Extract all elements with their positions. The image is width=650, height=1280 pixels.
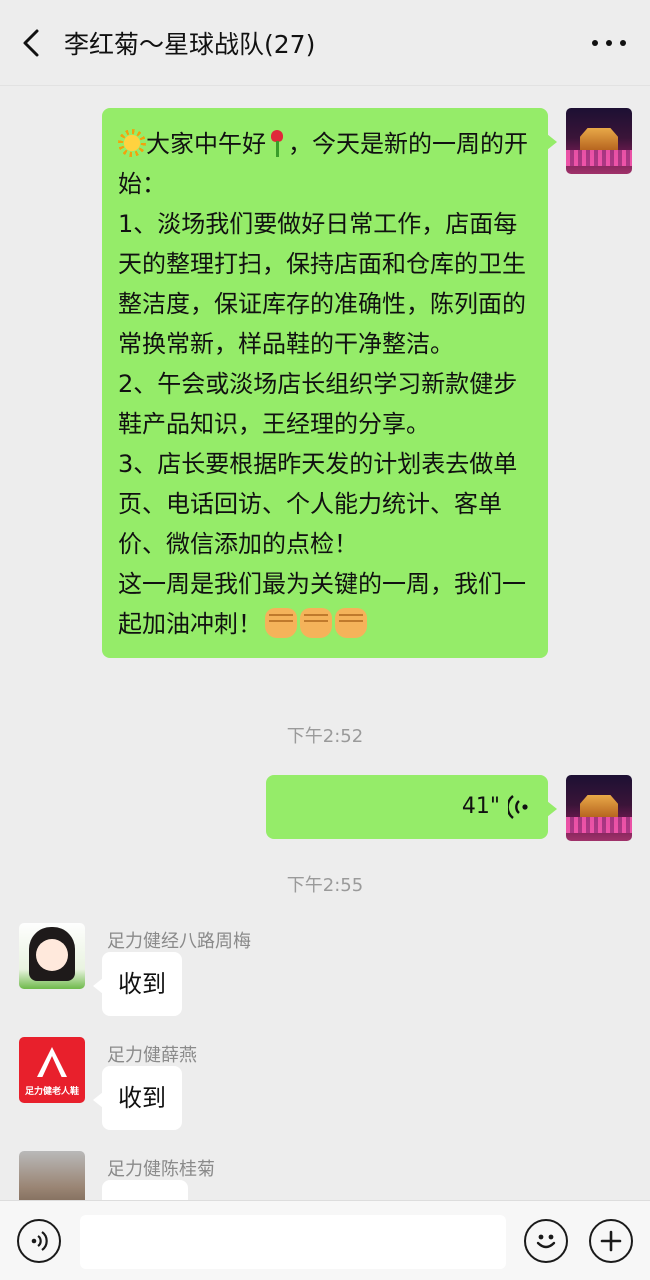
emoji-icon <box>536 1234 556 1249</box>
sender-name: 足力健薛燕 <box>107 1045 197 1066</box>
message-line: 这一周是我们最为关键的一周，我们一起加油冲刺！ <box>118 564 534 644</box>
plus-button[interactable] <box>589 1219 633 1263</box>
timestamp: 下午2:52 <box>286 726 364 747</box>
received-message-bubble[interactable]: 收到 <box>93 1066 182 1130</box>
chat-header: 李红菊～星球战队(27) <box>0 0 650 86</box>
avatar-lights <box>566 817 632 833</box>
emoji-button[interactable] <box>524 1219 568 1263</box>
brand-logo-icon <box>37 1047 67 1077</box>
sender-avatar[interactable] <box>19 923 85 989</box>
voice-icon <box>31 1231 48 1251</box>
message-input[interactable] <box>80 1215 506 1269</box>
my-avatar[interactable] <box>566 775 632 841</box>
avatar-lights <box>566 150 632 166</box>
input-bar <box>0 1200 650 1280</box>
chevron-left-icon <box>23 29 39 56</box>
received-message-bubble[interactable]: 收到 <box>93 952 182 1016</box>
fist-emoji-icon <box>265 608 297 638</box>
plus-icon <box>600 1230 622 1252</box>
message-text: 收到 <box>118 1084 166 1112</box>
message-text: 收到 <box>118 970 166 998</box>
voice-message-bubble[interactable]: 41" <box>266 775 557 839</box>
avatar-face <box>36 939 68 971</box>
sent-message-bubble[interactable]: 大家中午好 ，今天是新的一周的开始： 1、淡场我们要做好日常工作，店面每天的整理打… <box>102 108 557 658</box>
sun-emoji-icon <box>118 129 146 157</box>
avatar-brand-text: 足力健老人鞋 <box>24 1087 79 1097</box>
more-dot <box>606 40 612 46</box>
rose-emoji-icon <box>266 128 288 158</box>
voice-wave-icon <box>508 795 528 819</box>
more-button[interactable] <box>592 30 626 56</box>
message-list[interactable]: 大家中午好 ，今天是新的一周的开始： 1、淡场我们要做好日常工作，店面每天的整理打… <box>0 86 650 1200</box>
message-paragraph: 3、店长要根据昨天发的计划表去做单页、电话回访、个人能力统计、客单价、微信添加的… <box>118 450 518 558</box>
sender-avatar[interactable]: 足力健老人鞋 <box>19 1037 85 1103</box>
avatar-gate <box>580 128 618 150</box>
sender-name: 足力健经八路周梅 <box>107 931 251 952</box>
message-paragraph: 1、淡场我们要做好日常工作，店面每天的整理打扫，保持店面和仓库的卫生整洁度，保证… <box>118 210 526 358</box>
voice-toggle-button[interactable] <box>17 1219 61 1263</box>
message-paragraph: 2、午会或淡场店长组织学习新款健步鞋产品知识，王经理的分享。 <box>118 370 518 438</box>
received-message-bubble[interactable] <box>102 1180 188 1200</box>
sender-name: 足力健陈桂菊 <box>107 1159 215 1180</box>
fist-emoji-icon <box>335 608 367 638</box>
voice-duration: 41" <box>461 794 500 819</box>
timestamp: 下午2:55 <box>286 875 364 896</box>
message-line: 大家中午好 ，今天是新的一周的开始： <box>118 124 534 204</box>
more-dots-icon <box>592 40 598 46</box>
sender-avatar[interactable] <box>19 1151 85 1200</box>
my-avatar[interactable] <box>566 108 632 174</box>
back-button[interactable] <box>0 0 64 86</box>
fist-emoji-icon <box>300 608 332 638</box>
chat-title: 李红菊～星球战队(27) <box>64 29 316 59</box>
message-text: 大家中午好 <box>146 130 266 158</box>
avatar-gate <box>580 795 618 817</box>
more-dot <box>620 40 626 46</box>
